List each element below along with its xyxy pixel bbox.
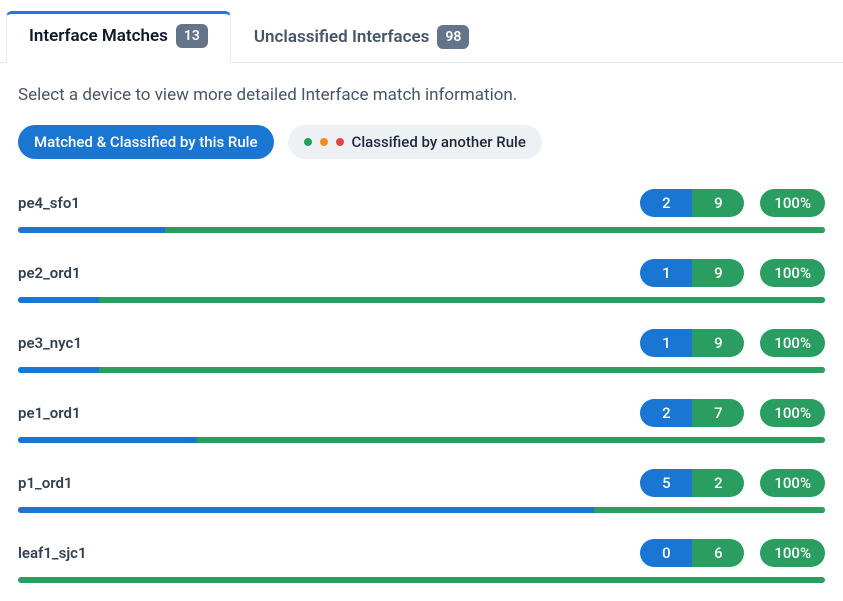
tab-badge: 98 [437, 25, 469, 49]
progress-bar-blue [18, 297, 99, 303]
progress-bar [18, 227, 825, 233]
tab-label: Unclassified Interfaces [254, 27, 430, 47]
percent-badge: 100% [760, 329, 825, 357]
hint-text: Select a device to view more detailed In… [18, 85, 825, 105]
legend-primary-pill: Matched & Classified by this Rule [18, 125, 274, 159]
tab-interface-matches[interactable]: Interface Matches 13 [6, 11, 231, 63]
dot-orange-icon [320, 138, 328, 146]
progress-bar-blue [18, 437, 197, 443]
progress-bar-blue [18, 367, 99, 373]
device-stats: 06 100% [640, 539, 825, 567]
count-pill: 29 [640, 189, 744, 217]
device-stats: 19 100% [640, 329, 825, 357]
percent-badge: 100% [760, 259, 825, 287]
tab-unclassified-interfaces[interactable]: Unclassified Interfaces 98 [231, 12, 493, 63]
device-row-header: pe3_nyc1 19 100% [18, 329, 825, 357]
progress-bar [18, 507, 825, 513]
count-pill: 27 [640, 399, 744, 427]
count-blue: 2 [640, 399, 692, 427]
device-row-header: pe1_ord1 27 100% [18, 399, 825, 427]
legend: Matched & Classified by this Rule Classi… [18, 125, 825, 159]
count-green: 9 [692, 189, 744, 217]
device-row[interactable]: pe1_ord1 27 100% [18, 391, 825, 461]
dot-green-icon [304, 138, 312, 146]
device-stats: 52 100% [640, 469, 825, 497]
device-row[interactable]: leaf1_sjc1 06 100% [18, 531, 825, 601]
progress-bar-blue [18, 507, 594, 513]
count-blue: 1 [640, 259, 692, 287]
dot-red-icon [336, 138, 344, 146]
device-name[interactable]: leaf1_sjc1 [18, 544, 87, 562]
count-blue: 0 [640, 539, 692, 567]
device-stats: 19 100% [640, 259, 825, 287]
device-row[interactable]: pe3_nyc1 19 100% [18, 321, 825, 391]
device-row-header: pe4_sfo1 29 100% [18, 189, 825, 217]
device-name[interactable]: pe4_sfo1 [18, 194, 80, 212]
legend-secondary-pill: Classified by another Rule [288, 125, 542, 159]
device-list: pe4_sfo129100%pe2_ord119100%pe3_nyc11910… [18, 181, 825, 601]
device-row-header: leaf1_sjc1 06 100% [18, 539, 825, 567]
progress-bar [18, 437, 825, 443]
count-pill: 52 [640, 469, 744, 497]
device-name[interactable]: p1_ord1 [18, 474, 72, 492]
tabs: Interface Matches 13 Unclassified Interf… [0, 0, 843, 63]
percent-badge: 100% [760, 469, 825, 497]
percent-badge: 100% [760, 539, 825, 567]
count-blue: 2 [640, 189, 692, 217]
device-name[interactable]: pe2_ord1 [18, 264, 81, 282]
count-blue: 5 [640, 469, 692, 497]
count-pill: 06 [640, 539, 744, 567]
device-name[interactable]: pe1_ord1 [18, 404, 81, 422]
device-name[interactable]: pe3_nyc1 [18, 334, 82, 352]
device-stats: 27 100% [640, 399, 825, 427]
count-green: 2 [692, 469, 744, 497]
progress-bar-green [18, 577, 825, 583]
count-green: 9 [692, 259, 744, 287]
legend-primary-label: Matched & Classified by this Rule [34, 133, 258, 151]
tab-badge: 13 [176, 24, 208, 48]
progress-bar-green [594, 507, 825, 513]
count-green: 9 [692, 329, 744, 357]
count-pill: 19 [640, 329, 744, 357]
device-row[interactable]: pe2_ord1 19 100% [18, 251, 825, 321]
percent-badge: 100% [760, 399, 825, 427]
progress-bar [18, 367, 825, 373]
percent-badge: 100% [760, 189, 825, 217]
progress-bar [18, 297, 825, 303]
device-row[interactable]: p1_ord1 52 100% [18, 461, 825, 531]
count-blue: 1 [640, 329, 692, 357]
progress-bar-green [99, 297, 825, 303]
device-row[interactable]: pe4_sfo1 29 100% [18, 181, 825, 251]
progress-bar-green [99, 367, 825, 373]
progress-bar [18, 577, 825, 583]
tab-label: Interface Matches [29, 26, 168, 46]
count-green: 6 [692, 539, 744, 567]
device-row-header: p1_ord1 52 100% [18, 469, 825, 497]
progress-bar-blue [18, 227, 165, 233]
count-pill: 19 [640, 259, 744, 287]
progress-bar-green [165, 227, 825, 233]
device-row-header: pe2_ord1 19 100% [18, 259, 825, 287]
count-green: 7 [692, 399, 744, 427]
legend-secondary-label: Classified by another Rule [352, 133, 526, 151]
progress-bar-green [197, 437, 825, 443]
device-stats: 29 100% [640, 189, 825, 217]
